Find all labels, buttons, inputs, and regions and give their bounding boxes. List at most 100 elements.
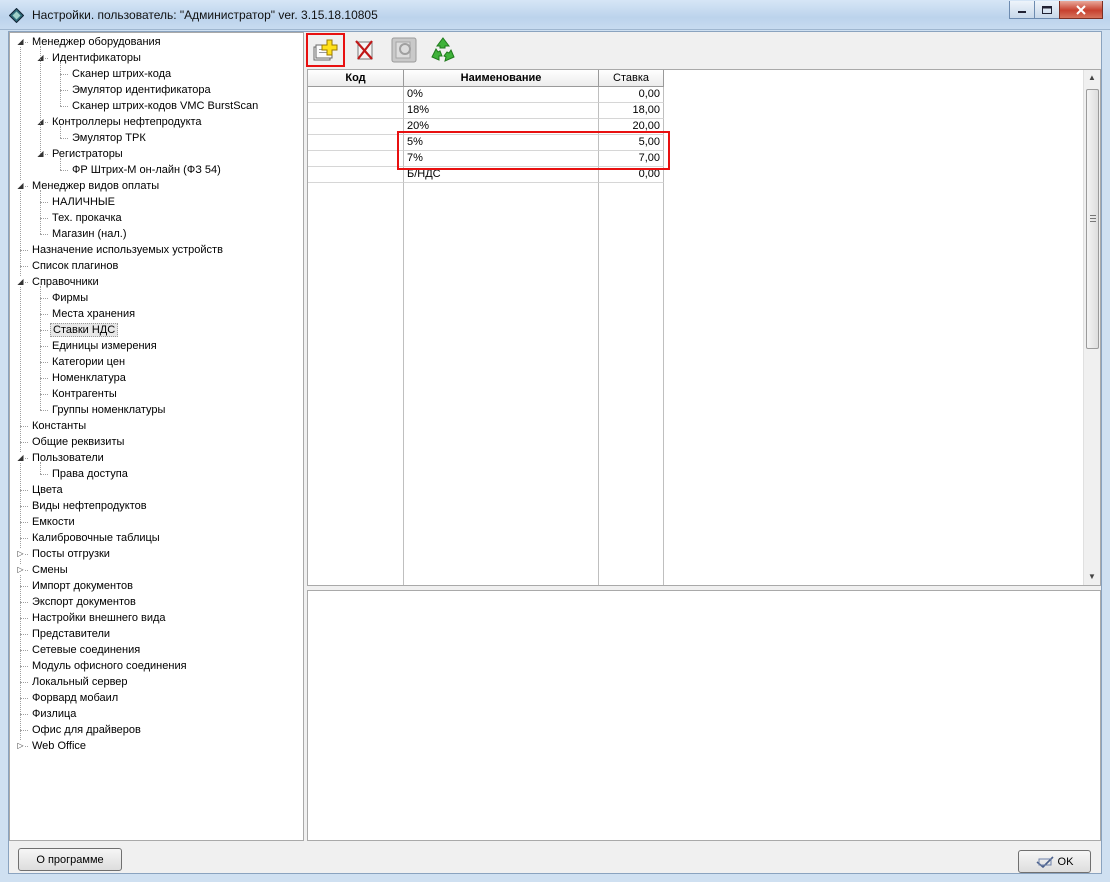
tree-connector [60,106,68,107]
cell-code[interactable] [308,103,404,119]
settings-tree[interactable]: ◢ Менеджер оборудования ◢ Идентификаторы Ска… [9,32,304,841]
tree-item[interactable]: Идентификаторы [50,50,143,66]
refresh-button[interactable] [428,35,458,65]
tree-connector [40,378,48,379]
tree-item[interactable]: Физлица [30,706,78,722]
close-button[interactable] [1059,1,1103,19]
tree-connector [20,650,28,651]
tree-item[interactable]: Экспорт документов [30,594,138,610]
tree-item[interactable]: Права доступа [50,466,130,482]
cell-rate[interactable]: 18,00 [599,103,664,119]
tree-collapsed-icon[interactable]: ▷ [16,565,25,574]
tree-expanded-icon[interactable]: ◢ [16,181,25,190]
about-button[interactable]: О программе [18,848,122,871]
tree-item-label: Права доступа [52,468,128,480]
tree-item[interactable]: Настройки внешнего вида [30,610,168,626]
tree-item[interactable]: Ставки НДС [50,322,119,338]
delete-button[interactable] [350,35,380,65]
tree-collapsed-icon[interactable]: ▷ [16,549,25,558]
tree-expanded-icon[interactable]: ◢ [16,453,25,462]
tree-expanded-icon[interactable]: ◢ [16,37,25,46]
cell-rate[interactable]: 0,00 [599,87,664,103]
tree-item-label: Цвета [32,484,63,496]
tree-item[interactable]: Менеджер оборудования [30,34,163,50]
cell-name[interactable]: 18% [404,103,599,119]
tree-connector [40,394,48,395]
tree-item[interactable]: Номенклатура [50,370,128,386]
table-row[interactable]: 0% 0,00 [308,87,664,103]
tree-item[interactable]: Виды нефтепродуктов [30,498,149,514]
tree-item[interactable]: НАЛИЧНЫЕ [50,194,117,210]
cell-code[interactable] [308,135,404,151]
tree-item[interactable]: Фирмы [50,290,90,306]
tree-item[interactable]: Сетевые соединения [30,642,142,658]
tree-item[interactable]: Единицы измерения [50,338,159,354]
tree-item[interactable]: ФР Штрих-М он-лайн (ФЗ 54) [70,162,223,178]
cell-code[interactable] [308,119,404,135]
tree-item-label: Посты отгрузки [32,548,110,560]
tree-connector [20,538,28,539]
tree-item[interactable]: Контроллеры нефтепродукта [50,114,204,130]
tree-item[interactable]: Категории цен [50,354,127,370]
cell-name[interactable]: 0% [404,87,599,103]
tree-connector [20,634,28,635]
tree-item[interactable]: Импорт документов [30,578,135,594]
tree-item[interactable]: Пользователи [30,450,106,466]
tree-item[interactable]: Сканер штрих-кодов VMC BurstScan [70,98,260,114]
tree-item[interactable]: Модуль офисного соединения [30,658,189,674]
tree-item[interactable]: Представители [30,626,112,642]
cell-code[interactable] [308,87,404,103]
edit-record-icon [391,37,417,63]
tree-item[interactable]: Смены [30,562,70,578]
tree-item-label: Номенклатура [52,372,126,384]
tree-item[interactable]: Назначение используемых устройств [30,242,225,258]
ok-button[interactable]: OK [1018,850,1091,873]
tree-item[interactable]: Локальный сервер [30,674,130,690]
detail-pane[interactable] [307,590,1101,841]
table-row[interactable]: 18% 18,00 [308,103,664,119]
tree-connector [60,74,68,75]
about-button-label: О программе [36,853,104,866]
tree-item[interactable]: Регистраторы [50,146,125,162]
minimize-button[interactable] [1009,1,1035,19]
grid-header: Код Наименование Ставка [308,70,664,87]
cell-code[interactable] [308,151,404,167]
tree-item[interactable]: Список плагинов [30,258,120,274]
tree-item[interactable]: Контрагенты [50,386,119,402]
scroll-up-arrow-icon[interactable]: ▲ [1084,70,1100,86]
tree-item[interactable]: Web Office [30,738,88,754]
column-header-code[interactable]: Код [308,70,404,87]
column-header-name[interactable]: Наименование [404,70,599,87]
grid-vertical-scrollbar[interactable]: ▲ ▼ [1083,70,1100,585]
scroll-down-arrow-icon[interactable]: ▼ [1084,569,1100,585]
tree-item[interactable]: Места хранения [50,306,137,322]
tree-item[interactable]: Посты отгрузки [30,546,112,562]
tree-item[interactable]: Форвард мобаил [30,690,120,706]
tree-item[interactable]: Константы [30,418,88,434]
minimize-icon [1018,10,1026,13]
tree-item[interactable]: Эмулятор идентификатора [70,82,213,98]
tree-collapsed-icon[interactable]: ▷ [16,741,25,750]
edit-button[interactable] [389,35,419,65]
tree-item[interactable]: Эмулятор ТРК [70,130,148,146]
tree-item[interactable]: Калибровочные таблицы [30,530,162,546]
tree-connector [20,490,28,491]
tree-expanded-icon[interactable]: ◢ [16,277,25,286]
tree-item[interactable]: Группы номенклатуры [50,402,167,418]
tree-item[interactable]: Общие реквизиты [30,434,126,450]
tree-item-label: Контроллеры нефтепродукта [52,116,202,128]
tree-item[interactable]: Магазин (нал.) [50,226,128,242]
tree-item[interactable]: Тех. прокачка [50,210,124,226]
tree-connector [40,202,48,203]
tree-connector [40,362,48,363]
tree-item[interactable]: Цвета [30,482,65,498]
tree-item[interactable]: Менеджер видов оплаты [30,178,161,194]
scroll-thumb[interactable] [1086,89,1099,349]
maximize-button[interactable] [1034,1,1060,19]
tree-item[interactable]: Сканер штрих-кода [70,66,173,82]
tree-item[interactable]: Офис для драйверов [30,722,143,738]
column-header-rate[interactable]: Ставка [599,70,664,87]
tree-item[interactable]: Емкости [30,514,77,530]
tree-item-label: Импорт документов [32,580,133,592]
cell-code[interactable] [308,167,404,183]
